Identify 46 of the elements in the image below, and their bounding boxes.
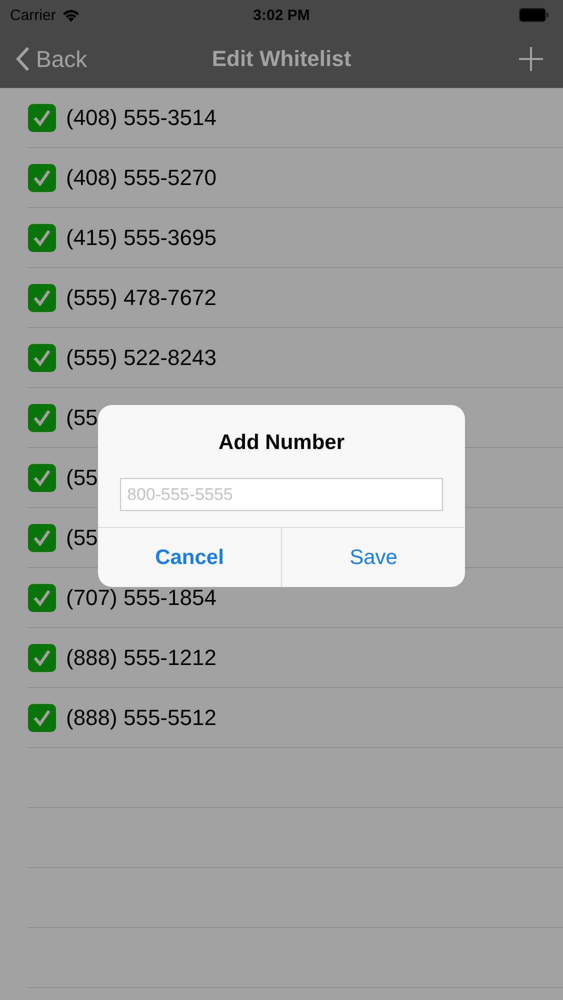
checkbox[interactable] <box>28 404 56 432</box>
checkmark-icon <box>32 588 52 608</box>
checkmark-icon <box>32 708 52 728</box>
phone-number: (55 <box>66 524 98 550</box>
checkmark-icon <box>32 408 52 428</box>
chevron-left-icon <box>16 46 30 72</box>
checkbox[interactable] <box>28 704 56 732</box>
phone-number: (408) 555-5270 <box>66 164 216 190</box>
checkbox[interactable] <box>28 464 56 492</box>
number-field[interactable]: 800-555-5555 <box>120 478 443 511</box>
checkmark-icon <box>32 348 52 368</box>
phone-number: (707) 555-1854 <box>66 584 216 610</box>
checkbox[interactable] <box>28 584 56 612</box>
checkmark-icon <box>32 528 52 548</box>
phone-number: (55 <box>66 404 98 430</box>
back-button[interactable]: Back <box>16 46 88 72</box>
phone-number: (555) 522-8243 <box>66 344 216 370</box>
phone-number: (408) 555-3514 <box>66 104 216 130</box>
checkmark-icon <box>32 168 52 188</box>
checkmark-icon <box>32 228 52 248</box>
save-button[interactable]: Save <box>281 528 465 587</box>
checkbox[interactable] <box>28 644 56 672</box>
checkbox[interactable] <box>28 284 56 312</box>
checkmark-icon <box>32 108 52 128</box>
phone-number: (415) 555-3695 <box>66 224 216 250</box>
phone-number: (555) 478-7672 <box>66 284 216 310</box>
wifi-icon <box>62 8 80 22</box>
cancel-button[interactable]: Cancel <box>98 528 281 587</box>
checkmark-icon <box>32 468 52 488</box>
phone-number: (888) 555-1212 <box>66 644 216 670</box>
phone-number: (888) 555-5512 <box>66 704 216 730</box>
checkmark-icon <box>32 648 52 668</box>
alert-title: Add Number <box>218 431 344 455</box>
phone-number: (55 <box>66 464 98 490</box>
checkbox[interactable] <box>28 524 56 552</box>
plus-icon <box>519 47 543 71</box>
add-button[interactable] <box>519 47 543 71</box>
status-time: 3:02 PM <box>253 6 310 24</box>
checkbox[interactable] <box>28 164 56 192</box>
checkbox[interactable] <box>28 104 56 132</box>
checkbox[interactable] <box>28 344 56 372</box>
carrier-label: Carrier <box>10 6 56 24</box>
checkbox[interactable] <box>28 224 56 252</box>
checkmark-icon <box>32 288 52 308</box>
battery-icon <box>519 8 549 22</box>
nav-title: Edit Whitelist <box>212 46 352 72</box>
